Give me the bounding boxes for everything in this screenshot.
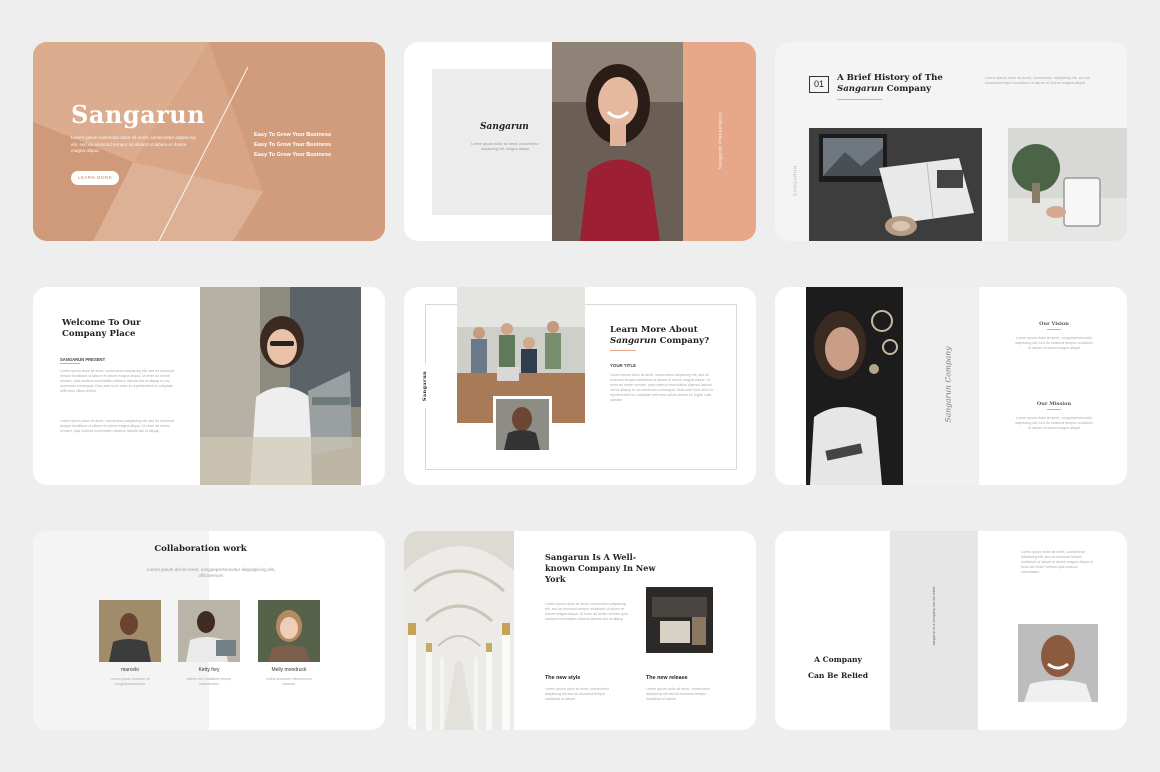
section-number: 01 bbox=[809, 76, 829, 93]
cover-tagline-1: Easy To Grow Your Business bbox=[254, 132, 332, 138]
learn-title-brand: Sangarun bbox=[610, 336, 657, 346]
relied-title-line1: A Company bbox=[814, 655, 862, 664]
person-desc-3: cullus auctorem officiorenom deseum bbox=[266, 677, 312, 686]
grey-side-panel bbox=[903, 287, 979, 485]
learn-body: Lorem ipsum dolor sit amet, consectetur … bbox=[610, 373, 714, 402]
mission-body: Lorem ipsum dolor sit amet, congueperseu… bbox=[1015, 416, 1093, 430]
vision-body: Lorem ipsum dolor sit amet, congueperseu… bbox=[1015, 336, 1093, 350]
mission-underline bbox=[1047, 409, 1061, 410]
tablet-plant-photo bbox=[1008, 128, 1127, 241]
person-name-2: Ketty fory bbox=[198, 667, 220, 673]
col1-title: The new style bbox=[545, 675, 581, 681]
collab-title: Collaboration work bbox=[154, 544, 247, 554]
mosque-arches-photo bbox=[404, 531, 514, 730]
vision-title: Our Vision bbox=[1039, 321, 1069, 327]
welcome-subtitle: SANGARUN PRESENT bbox=[60, 357, 106, 362]
learn-title-line1: Learn More About bbox=[610, 325, 698, 335]
relied-title-line2: Can Be Relied bbox=[807, 671, 869, 680]
vision-underline bbox=[1047, 329, 1061, 330]
relied-body: Lorem ipsum dolor sit amet, consectetur … bbox=[1021, 550, 1093, 574]
welcome-para-1: Lorem ipsum dolor sit amet, consectetur … bbox=[60, 369, 174, 393]
interior-photo bbox=[646, 587, 713, 653]
person-photo-3 bbox=[258, 600, 320, 662]
history-title-rest: Company bbox=[883, 84, 932, 94]
cover-title: Sangarun bbox=[71, 100, 206, 129]
smiling-man-photo bbox=[493, 396, 552, 453]
history-title-line2: Sangarun Company bbox=[837, 84, 943, 95]
relied-vertical-label: sangarun is a company can be relied bbox=[932, 586, 936, 646]
woman-laptop-photo bbox=[200, 287, 361, 485]
learn-title: Learn More About Sangarun Company? bbox=[610, 325, 709, 347]
person-photo-2 bbox=[178, 600, 240, 662]
person-name-3: Melly mondruck bbox=[271, 667, 307, 673]
learn-title-underline bbox=[610, 350, 636, 351]
history-body: Lorem ipsum dolor sit amet, consectetur … bbox=[985, 76, 1090, 86]
collab-subtitle: Lorem ipsum dol sit amet, congueperseuce… bbox=[146, 567, 276, 578]
history-title: A Brief History of The Sangarun Company bbox=[837, 73, 943, 95]
col2-body: Lorem ipsum dolor sit amet, consectetur … bbox=[646, 687, 710, 701]
woman-tech-photo bbox=[806, 287, 903, 485]
slide-welcome[interactable]: Welcome To Our Company Place SANGARUN PR… bbox=[33, 287, 385, 485]
person-desc-2: sedem eiu incididunt tempor incididuntem bbox=[186, 677, 232, 686]
learn-title-rest: Company? bbox=[656, 336, 710, 346]
slide-vision-mission[interactable]: Sangarun Company Our Vision Lorem ipsum … bbox=[775, 287, 1127, 485]
slide-well-known[interactable]: Sangarun Is A Well-known Company In New … bbox=[404, 531, 756, 730]
person-name-1: marcelo bbox=[121, 667, 139, 673]
woman-red-sweater-photo bbox=[552, 42, 683, 241]
mission-title: Our Mission bbox=[1036, 401, 1072, 407]
history-title-brand: Sangarun bbox=[837, 84, 884, 94]
intro-title: Sangarun bbox=[480, 122, 529, 132]
welcome-title: Welcome To Our Company Place bbox=[62, 318, 141, 339]
learn-more-button[interactable]: LEARN MORE bbox=[71, 171, 119, 185]
slide-can-be-relied[interactable]: A Company Can Be Relied sangarun is a co… bbox=[775, 531, 1127, 730]
intro-vertical-label: Sangarun Presentation bbox=[717, 111, 723, 170]
well-known-body: Lorem ipsum dolor sit amet, consectetur … bbox=[545, 602, 628, 621]
col2-title: The new release bbox=[646, 675, 688, 681]
slide-learn-more[interactable]: Sangarun Learn More About Sangarun Compa… bbox=[404, 287, 756, 485]
learn-title-line2: Sangarun Company? bbox=[610, 336, 709, 347]
cover-body: Lorem ipsum commodo dolor sit amet, cons… bbox=[71, 135, 196, 153]
intro-body: Lorem ipsum dolor sit amet, consectetur … bbox=[471, 142, 539, 152]
cover-tagline-2: Easy To Grow Your Business bbox=[254, 142, 332, 148]
person-photo-1 bbox=[99, 600, 161, 662]
history-vertical-label: SANGARUN bbox=[792, 164, 798, 197]
title-underline bbox=[837, 99, 882, 100]
person-desc-1: Lorem ipsum dolorem sit congueperseucetu… bbox=[110, 677, 150, 686]
learn-vertical-label: Sangarun bbox=[422, 364, 428, 408]
well-known-title: Sangarun Is A Well-known Company In New … bbox=[545, 552, 656, 584]
subtitle-underline bbox=[60, 363, 80, 364]
vision-vertical-label: Sangarun Company bbox=[943, 346, 953, 423]
laptop-magazine-photo bbox=[809, 128, 982, 241]
slide-history[interactable]: 01 A Brief History of The Sangarun Compa… bbox=[775, 42, 1127, 241]
history-title-line1: A Brief History of The bbox=[837, 73, 943, 83]
slide-collaboration[interactable]: Collaboration work Lorem ipsum dol sit a… bbox=[33, 531, 385, 730]
slide-intro-portrait[interactable]: Sangarun Lorem ipsum dolor sit amet, con… bbox=[404, 42, 756, 241]
cover-tagline-3: Easy To Grow Your Business bbox=[254, 152, 332, 158]
smiling-man-portrait bbox=[1018, 624, 1098, 702]
col1-body: Lorem ipsum dolor sit amet, consectetur … bbox=[545, 687, 609, 701]
slide-cover[interactable]: Sangarun Lorem ipsum commodo dolor sit a… bbox=[33, 42, 385, 241]
welcome-para-2: Lorem ipsum dolor sit amet, consectetur … bbox=[60, 419, 174, 433]
learn-label: YOUR TITLE bbox=[610, 363, 637, 368]
